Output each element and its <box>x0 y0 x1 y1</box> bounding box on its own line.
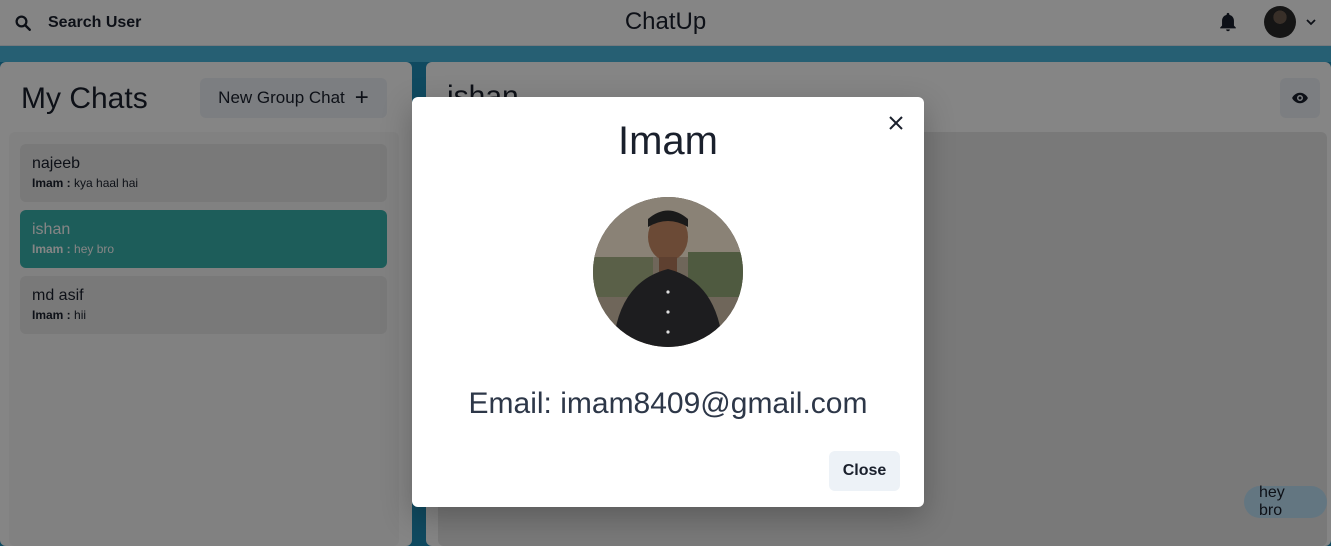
profile-email: Email: imam8409@gmail.com <box>468 387 868 420</box>
modal-title: Imam <box>618 119 718 163</box>
profile-modal: Imam Email: imam8409@gmail.com Close <box>412 97 924 507</box>
close-icon[interactable] <box>884 111 908 135</box>
profile-picture <box>593 197 743 347</box>
close-button[interactable]: Close <box>829 451 900 491</box>
